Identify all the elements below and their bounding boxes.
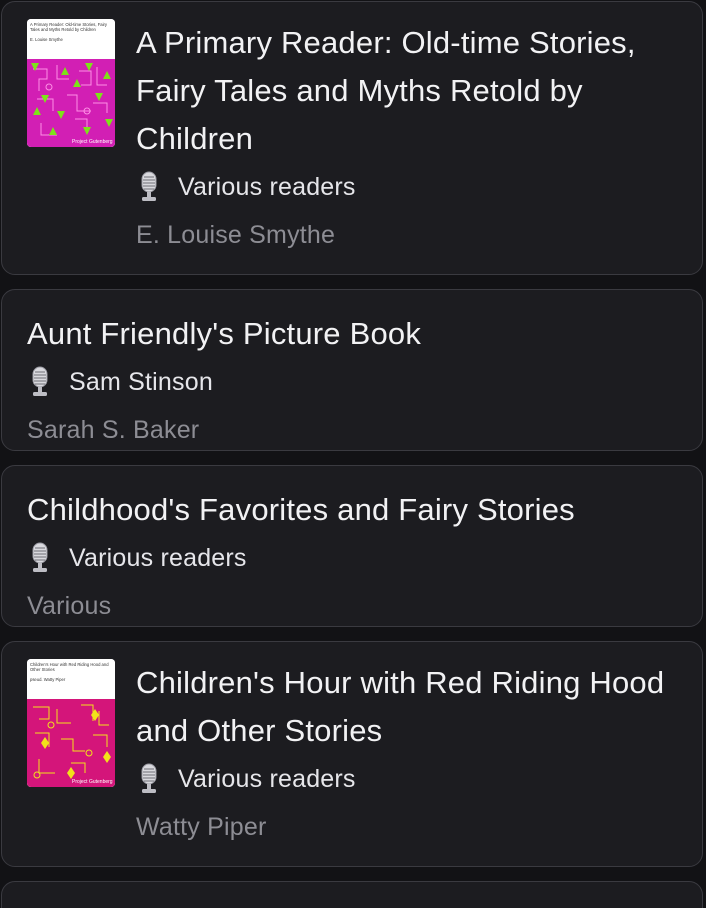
book-info: Aunt Friendly's Picture Book Sam Stinson… [27,310,684,450]
narrator-row: Various readers [136,755,684,803]
svg-text:Tales and Myths Retold by Chil: Tales and Myths Retold by Children [30,27,97,32]
svg-text:Other Stories: Other Stories [30,667,55,672]
book-author: Watty Piper [136,813,267,841]
book-title[interactable]: A Primary Reader: Old-time Stories, Fair… [136,19,684,163]
book-title[interactable]: Children's Hour with Red Riding Hood and… [136,659,684,755]
cover-publisher: Project Gutenberg [72,779,113,785]
cover-author: pseud. Watty Piper [30,677,66,682]
narrator-row: Various readers [27,534,684,582]
book-card[interactable]: Childhood's Favorites and Fairy Stories … [1,465,703,627]
microphone-icon [32,366,48,396]
book-cover: A Primary Reader: Old-time Stories, Fair… [27,19,115,147]
audiobook-list: A Primary Reader: Old-time Stories, Fair… [0,0,706,908]
microphone-icon [141,171,157,201]
narrator-row: Various readers [136,163,684,211]
book-title[interactable]: Aunt Friendly's Picture Book [27,310,684,358]
cover-author: E. Louise Smythe [30,37,63,42]
book-info: Childhood's Favorites and Fairy Stories … [27,486,684,626]
book-card[interactable]: Aunt Friendly's Picture Book Sam Stinson… [1,289,703,451]
book-cover: Children's Hour with Red Riding Hood and… [27,659,115,787]
microphone-icon [141,763,157,793]
narrator-name: Sam Stinson [69,367,213,396]
book-info: Children's Hour with Red Riding Hood and… [136,659,684,851]
book-author: Various [27,592,112,620]
book-info: A Primary Reader: Old-time Stories, Fair… [136,19,684,259]
book-title[interactable]: Childhood's Favorites and Fairy Stories [27,486,684,534]
narrator-name: Various readers [178,172,356,201]
book-author: E. Louise Smythe [136,221,336,249]
book-card[interactable] [1,881,703,908]
book-card[interactable]: Children's Hour with Red Riding Hood and… [1,641,703,867]
narrator-name: Various readers [178,764,356,793]
cover-publisher: Project Gutenberg [72,139,113,145]
narrator-name: Various readers [69,543,247,572]
microphone-icon [32,542,48,572]
book-author: Sarah S. Baker [27,416,200,444]
narrator-row: Sam Stinson [27,358,684,406]
book-card[interactable]: A Primary Reader: Old-time Stories, Fair… [1,1,703,275]
